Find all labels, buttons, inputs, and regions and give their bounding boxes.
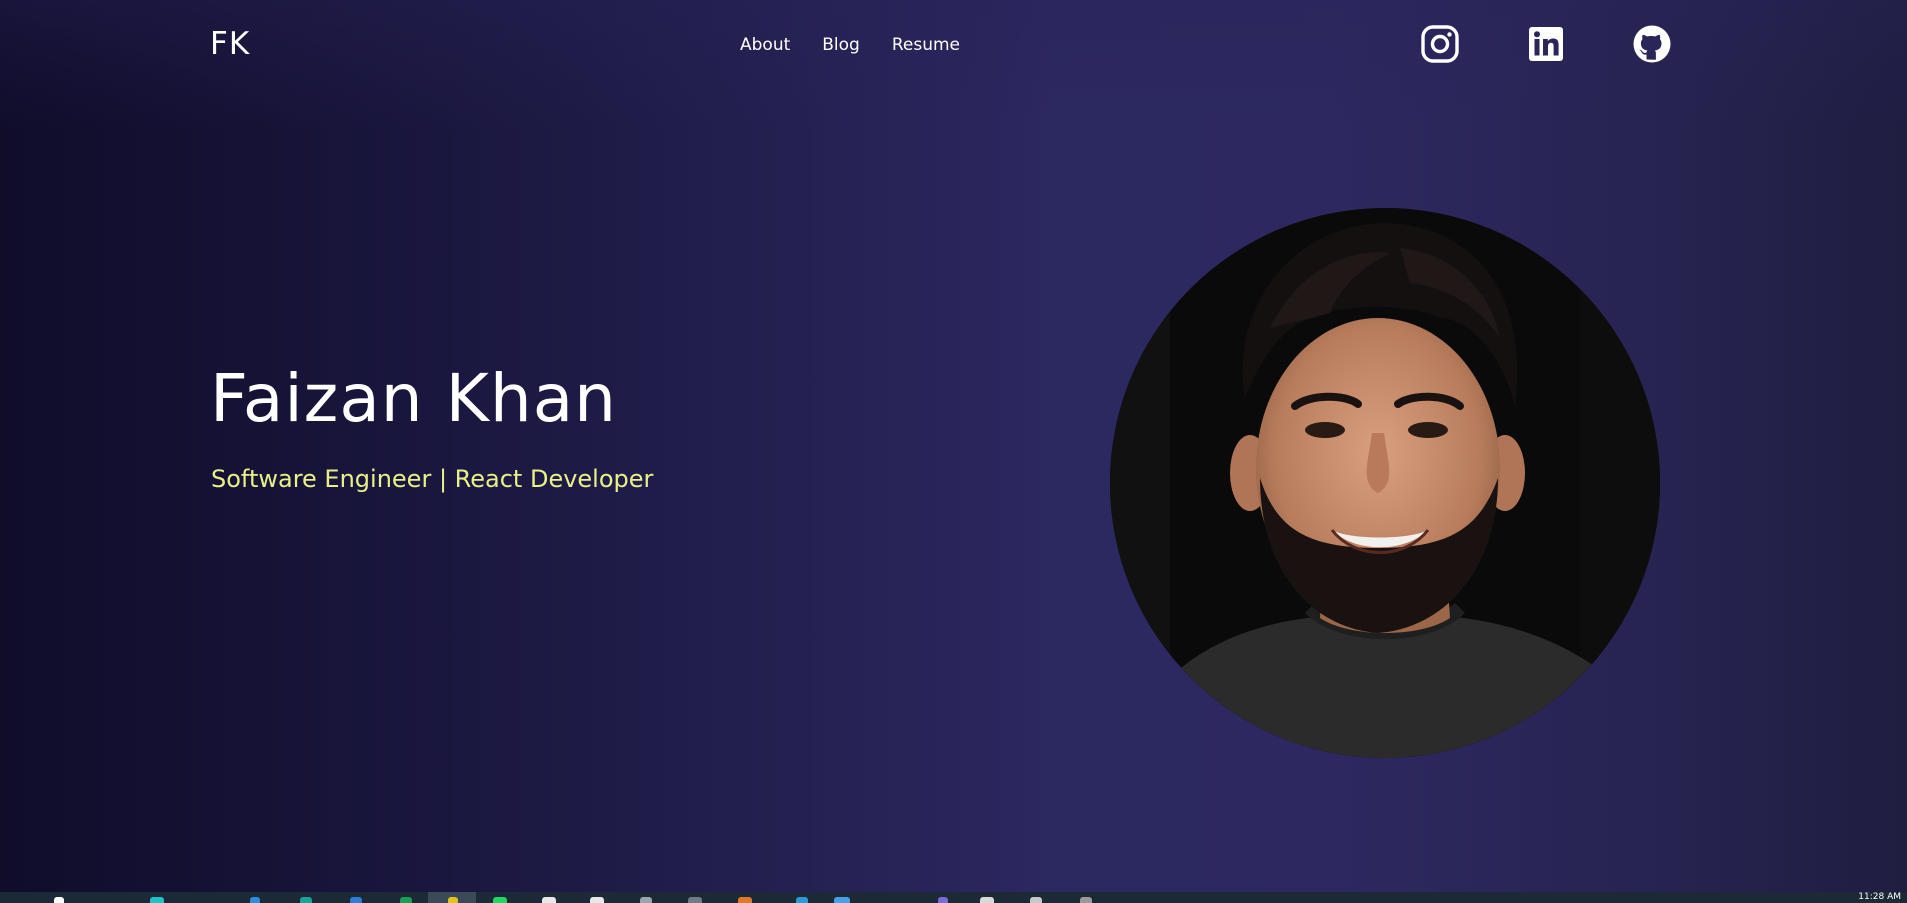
- hero-subtitle: Software Engineer | React Developer: [211, 465, 654, 493]
- taskbar-app-icon[interactable]: [350, 897, 362, 903]
- site-logo[interactable]: FK: [210, 26, 250, 62]
- header-glow: [0, 0, 1907, 130]
- nav-blog-link[interactable]: Blog: [822, 35, 860, 55]
- taskbar-app-icon[interactable]: [834, 897, 850, 903]
- taskbar-app-icon[interactable]: [54, 897, 64, 903]
- taskbar-app-icon[interactable]: [1080, 897, 1092, 903]
- instagram-link[interactable]: [1420, 24, 1460, 64]
- nav-about-link[interactable]: About: [740, 35, 790, 55]
- github-icon: [1632, 24, 1672, 64]
- taskbar-app-icon[interactable]: [640, 897, 652, 903]
- nav-resume-link[interactable]: Resume: [892, 35, 960, 55]
- taskbar-app-icon[interactable]: [980, 897, 994, 903]
- github-link[interactable]: [1632, 24, 1672, 64]
- taskbar-app-icon[interactable]: [300, 897, 312, 903]
- taskbar-app-icon[interactable]: [938, 897, 948, 903]
- taskbar-app-icon[interactable]: [400, 897, 412, 903]
- profile-photo: [1110, 208, 1660, 758]
- taskbar-app-icon[interactable]: [688, 897, 702, 903]
- taskbar-app-icon[interactable]: [738, 897, 752, 903]
- hero-name: Faizan Khan: [210, 360, 617, 437]
- main-nav: About Blog Resume: [740, 35, 960, 55]
- taskbar-app-icon[interactable]: [1030, 897, 1042, 903]
- taskbar-app-icon[interactable]: [493, 897, 507, 903]
- instagram-icon: [1420, 24, 1460, 64]
- taskbar-app-icon[interactable]: [448, 897, 458, 903]
- taskbar-app-icon[interactable]: [250, 897, 260, 903]
- linkedin-link[interactable]: [1526, 24, 1566, 64]
- os-taskbar: 11:28 AM: [0, 892, 1907, 903]
- taskbar-clock[interactable]: 11:28 AM: [1858, 892, 1901, 902]
- social-links: [1420, 24, 1672, 64]
- taskbar-app-icon[interactable]: [150, 897, 164, 903]
- taskbar-app-icon[interactable]: [542, 897, 556, 903]
- linkedin-icon: [1526, 24, 1566, 64]
- taskbar-app-icon[interactable]: [590, 897, 604, 903]
- taskbar-app-icon[interactable]: [796, 897, 808, 903]
